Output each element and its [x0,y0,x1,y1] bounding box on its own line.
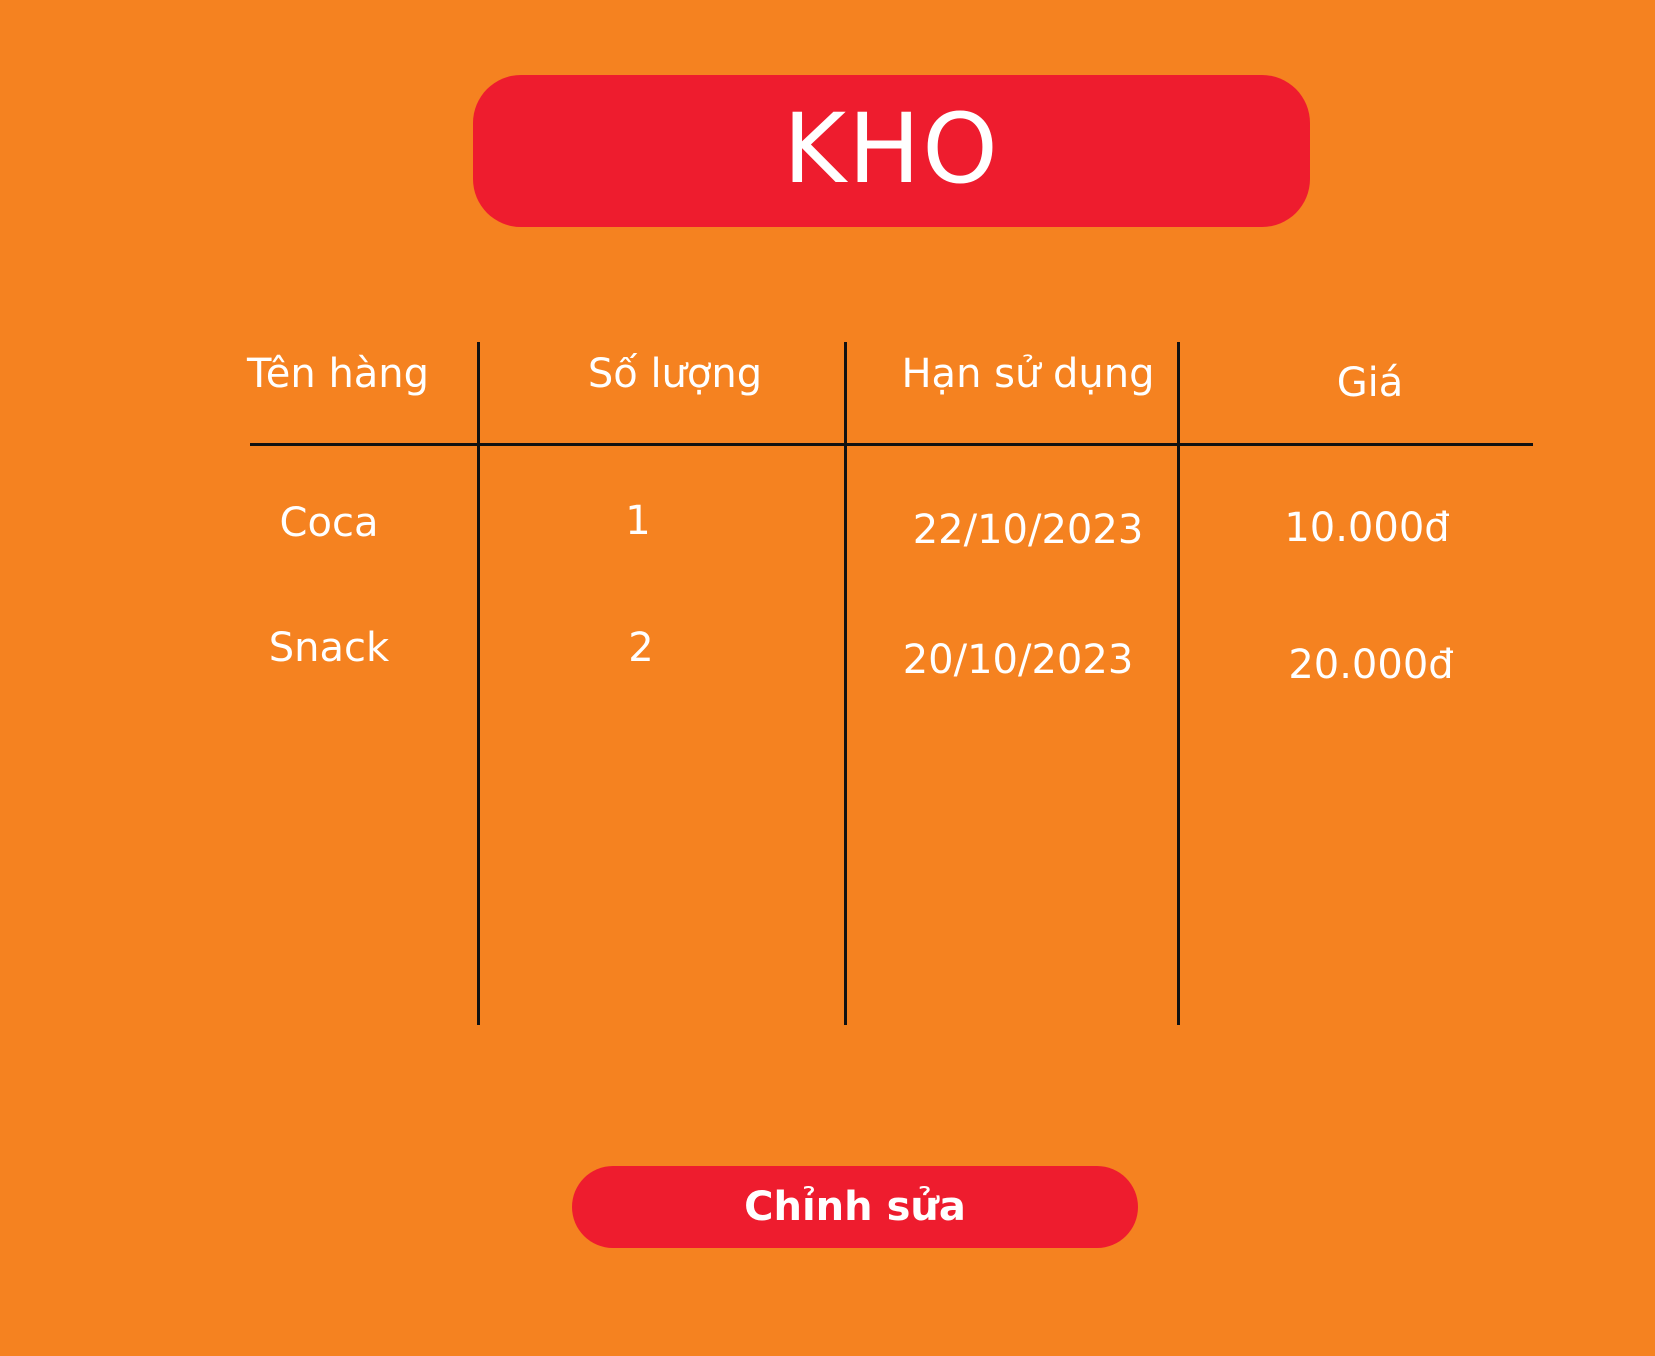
column-header-name: Tên hàng [246,351,430,397]
title-banner: KHO [473,75,1310,227]
row-2-price: 20.000đ [1288,642,1454,688]
column-header-quantity: Số lượng [587,351,763,397]
column-divider-3 [1177,342,1180,1025]
row-2-quantity: 2 [628,625,654,671]
edit-button[interactable]: Chỉnh sửa [572,1166,1138,1248]
row-2-expiry: 20/10/2023 [902,637,1134,683]
row-1-price: 10.000đ [1284,505,1450,551]
inventory-page: KHO Tên hàng Số lượng Hạn sử dụng Giá Co… [0,0,1655,1356]
page-title: KHO [783,93,1000,205]
row-1-expiry: 22/10/2023 [912,507,1144,553]
column-header-expiry: Hạn sử dụng [901,351,1155,397]
edit-button-label: Chỉnh sửa [744,1184,966,1230]
column-divider-2 [844,342,847,1025]
column-header-price: Giá [1336,360,1404,406]
row-1-name: Coca [279,500,379,546]
column-divider-1 [477,342,480,1025]
header-divider [250,443,1533,446]
row-2-name: Snack [268,625,390,671]
row-1-quantity: 1 [625,498,651,544]
